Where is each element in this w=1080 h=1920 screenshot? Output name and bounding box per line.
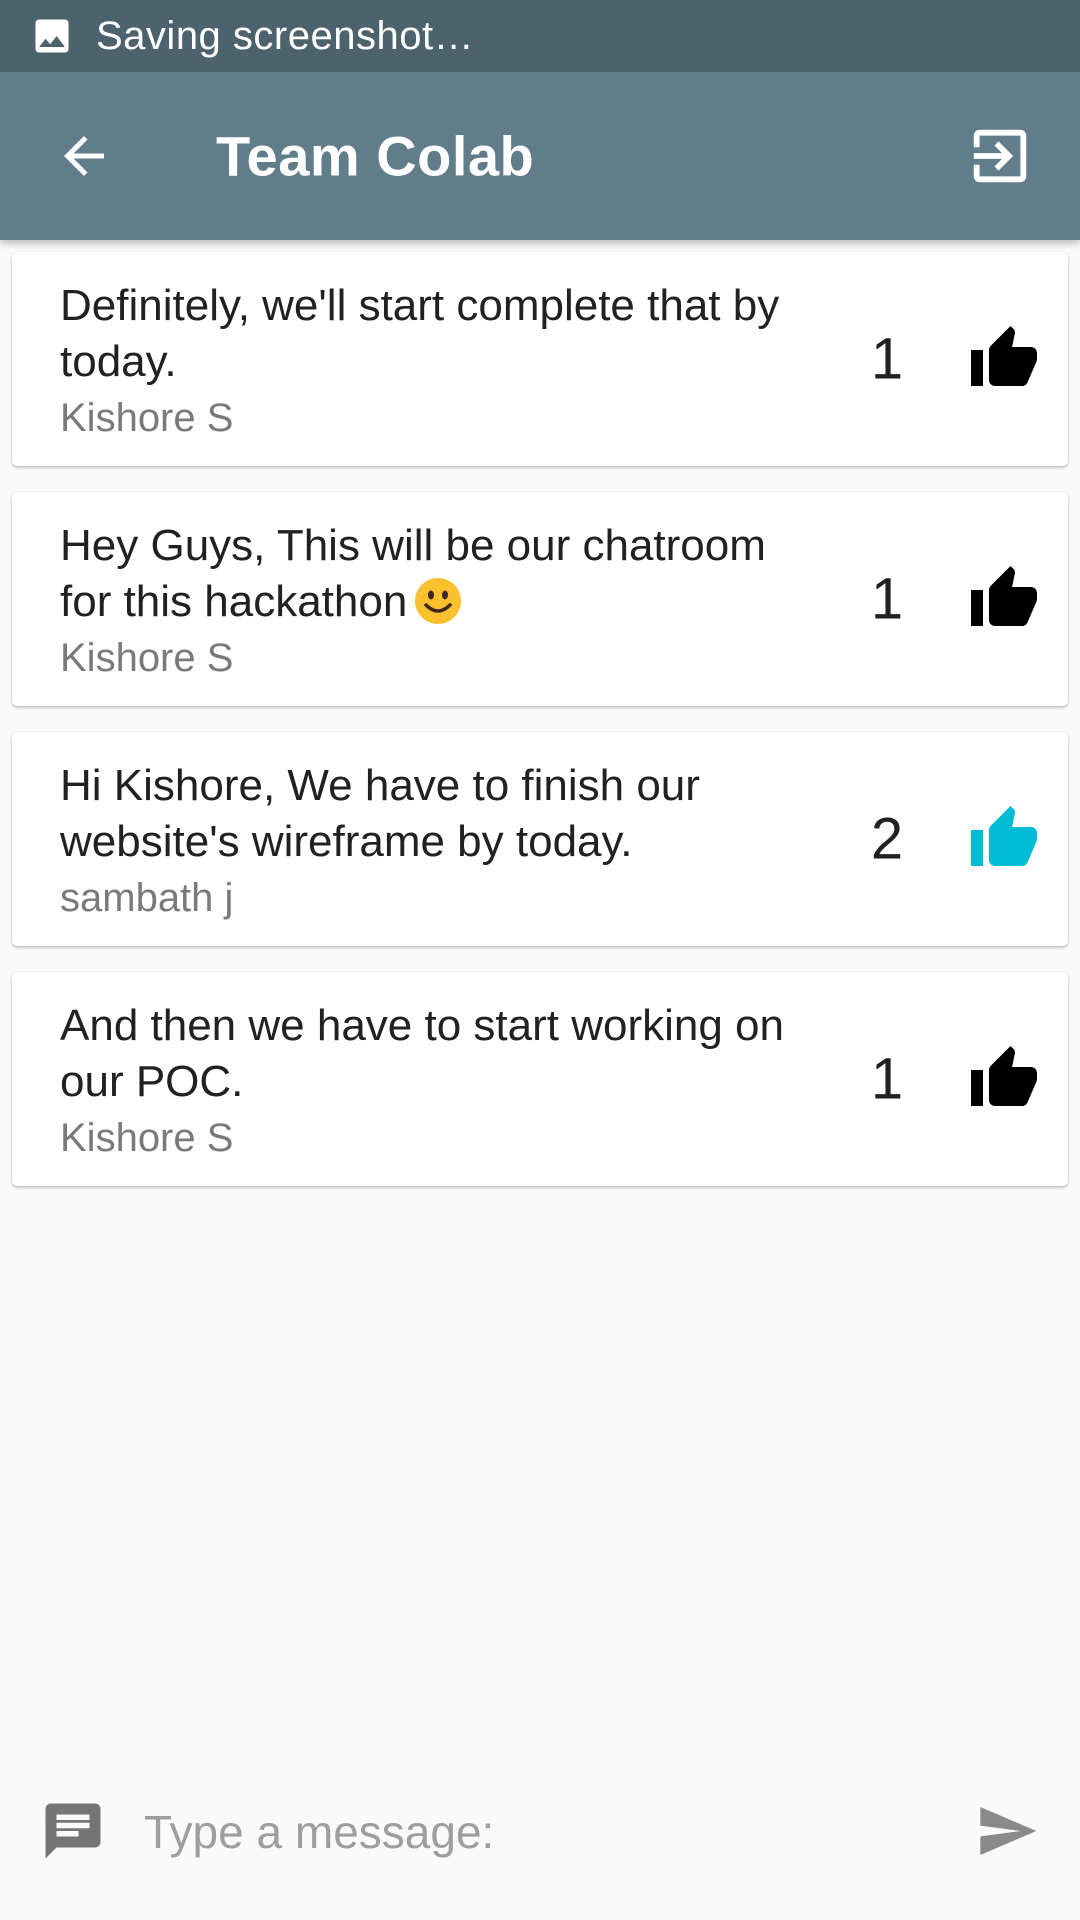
- like-count: 1: [870, 566, 904, 632]
- message-text: Hi Kishore, We have to finish our websit…: [60, 758, 820, 870]
- thumb-up-icon: [971, 326, 1037, 386]
- status-text: Saving screenshot…: [96, 13, 475, 58]
- like-button[interactable]: [966, 561, 1042, 637]
- message-text-content: Definitely, we'll start complete that by…: [60, 281, 780, 386]
- thumb-up-icon: [971, 566, 1037, 626]
- message-composer: [0, 1776, 1080, 1886]
- message-card: And then we have to start working on our…: [12, 972, 1068, 1186]
- send-icon: [980, 1807, 1037, 1855]
- chat-icon: [45, 1803, 101, 1859]
- back-button[interactable]: [50, 122, 118, 190]
- send-button[interactable]: [970, 1796, 1044, 1866]
- message-text-content: Hi Kishore, We have to finish our websit…: [60, 761, 700, 866]
- message-card: Definitely, we'll start complete that by…: [12, 252, 1068, 466]
- status-bar: Saving screenshot…: [0, 0, 1080, 72]
- page-title: Team Colab: [216, 124, 535, 188]
- arrow-back-icon: [64, 136, 104, 176]
- smiley-emoji-icon: [415, 578, 462, 624]
- message-list: Definitely, we'll start complete that by…: [12, 252, 1068, 1212]
- image-icon: [35, 19, 69, 53]
- thumb-up-icon: [971, 1046, 1037, 1106]
- message-text-content: And then we have to start working on our…: [60, 1001, 784, 1106]
- like-button-active[interactable]: [966, 801, 1042, 877]
- exit-button[interactable]: [964, 120, 1036, 192]
- app-bar: Team Colab: [0, 72, 1080, 240]
- message-author: Kishore S: [60, 396, 234, 440]
- message-text: Definitely, we'll start complete that by…: [60, 278, 820, 390]
- like-count: 2: [870, 806, 904, 872]
- like-count: 1: [870, 1046, 904, 1112]
- message-card: Hi Kishore, We have to finish our websit…: [12, 732, 1068, 946]
- thumb-up-icon: [971, 806, 1037, 866]
- like-button[interactable]: [966, 321, 1042, 397]
- message-input[interactable]: [144, 1790, 944, 1874]
- exit-to-app-icon: [973, 129, 1027, 183]
- message-text: Hey Guys, This will be our chatroom for …: [60, 518, 820, 630]
- message-card: Hey Guys, This will be our chatroom for …: [12, 492, 1068, 706]
- message-text: And then we have to start working on our…: [60, 998, 820, 1110]
- like-count: 1: [870, 326, 904, 392]
- message-author: Kishore S: [60, 636, 234, 680]
- like-button[interactable]: [966, 1041, 1042, 1117]
- message-author: sambath j: [60, 876, 234, 920]
- message-author: Kishore S: [60, 1116, 234, 1160]
